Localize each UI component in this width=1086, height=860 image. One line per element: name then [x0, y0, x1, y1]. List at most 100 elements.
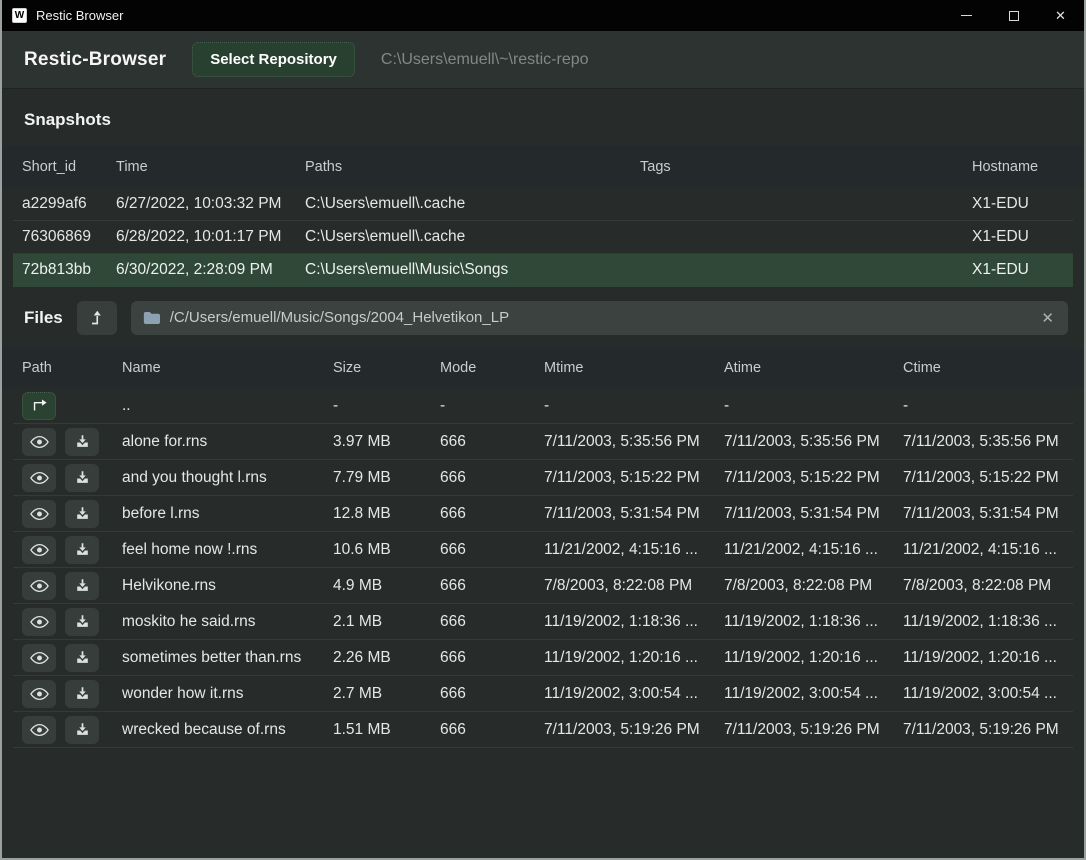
column-name: Name [122, 360, 333, 376]
app-header: Restic-Browser Select Repository C:\User… [2, 31, 1084, 89]
preview-file-button[interactable] [22, 428, 56, 456]
download-file-button[interactable] [65, 428, 99, 456]
file-name: wrecked because of.rns [122, 721, 333, 739]
file-ctime: 7/11/2003, 5:31:54 PM [903, 505, 1073, 523]
file-name: alone for.rns [122, 433, 333, 451]
file-mode: 666 [440, 541, 544, 559]
snapshots-heading: Snapshots [24, 110, 111, 129]
clear-icon: ✕ [1041, 310, 1054, 327]
preview-file-button[interactable] [22, 464, 56, 492]
snapshot-time: 6/27/2022, 10:03:32 PM [116, 195, 305, 213]
files-path-input[interactable]: /C/Users/emuell/Music/Songs/2004_Helveti… [131, 301, 1068, 335]
file-mode: 666 [440, 577, 544, 595]
maximize-icon [1009, 11, 1019, 21]
column-hostname: Hostname [972, 159, 1073, 175]
file-mtime: 7/11/2003, 5:31:54 PM [544, 505, 724, 523]
preview-file-button[interactable] [22, 536, 56, 564]
file-size: 7.79 MB [333, 469, 440, 487]
file-ctime: 11/19/2002, 3:00:54 ... [903, 685, 1073, 703]
file-mtime: 7/11/2003, 5:35:56 PM [544, 433, 724, 451]
download-icon [75, 686, 90, 701]
preview-file-button[interactable] [22, 608, 56, 636]
snapshot-row-selected[interactable]: 72b813bb 6/30/2022, 2:28:09 PM C:\Users\… [13, 254, 1073, 287]
preview-file-button[interactable] [22, 716, 56, 744]
file-atime: 11/19/2002, 1:20:16 ... [724, 649, 903, 667]
snapshot-row[interactable]: a2299af6 6/27/2022, 10:03:32 PM C:\Users… [13, 188, 1073, 221]
file-mode: - [440, 397, 544, 415]
file-mtime: 7/8/2003, 8:22:08 PM [544, 577, 724, 595]
file-row: alone for.rns 3.97 MB 666 7/11/2003, 5:3… [13, 424, 1073, 460]
file-row: and you thought l.rns 7.79 MB 666 7/11/2… [13, 460, 1073, 496]
column-mode: Mode [440, 360, 544, 376]
app-title: Restic-Browser [24, 49, 166, 71]
eye-icon [30, 543, 49, 557]
snapshot-hostname: X1-EDU [972, 195, 1073, 213]
files-table-header: Path Name Size Mode Mtime Atime Ctime [2, 348, 1084, 388]
file-name: feel home now !.rns [122, 541, 333, 559]
snapshot-paths: C:\Users\emuell\Music\Songs [305, 261, 640, 279]
file-row: moskito he said.rns 2.1 MB 666 11/19/200… [13, 604, 1073, 640]
files-bar: Files /C/Users/emuell/Music/Songs/2004_H… [2, 287, 1084, 348]
download-icon [75, 470, 90, 485]
column-ctime: Ctime [903, 360, 1073, 376]
file-name[interactable]: .. [122, 397, 333, 415]
level-up-icon [89, 309, 104, 326]
file-atime: 7/11/2003, 5:19:26 PM [724, 721, 903, 739]
file-mode: 666 [440, 685, 544, 703]
enter-parent-directory-button[interactable] [22, 392, 56, 420]
download-icon [75, 506, 90, 521]
eye-icon [30, 579, 49, 593]
file-row: wonder how it.rns 2.7 MB 666 11/19/2002,… [13, 676, 1073, 712]
download-file-button[interactable] [65, 644, 99, 672]
preview-file-button[interactable] [22, 644, 56, 672]
minimize-icon [961, 15, 972, 16]
snapshot-hostname: X1-EDU [972, 228, 1073, 246]
file-row: feel home now !.rns 10.6 MB 666 11/21/20… [13, 532, 1073, 568]
parent-directory-row: .. - - - - - [13, 388, 1073, 424]
column-short-id: Short_id [22, 159, 116, 175]
minimize-button[interactable] [943, 0, 990, 31]
close-icon: ✕ [1055, 8, 1066, 24]
download-icon [75, 542, 90, 557]
column-mtime: Mtime [544, 360, 724, 376]
file-row: sometimes better than.rns 2.26 MB 666 11… [13, 640, 1073, 676]
file-ctime: - [903, 397, 1073, 415]
snapshot-short-id: 72b813bb [22, 261, 116, 279]
download-file-button[interactable] [65, 608, 99, 636]
file-atime: 7/11/2003, 5:15:22 PM [724, 469, 903, 487]
column-atime: Atime [724, 360, 903, 376]
maximize-button[interactable] [990, 0, 1037, 31]
go-up-directory-button[interactable] [77, 301, 117, 335]
preview-file-button[interactable] [22, 572, 56, 600]
download-file-button[interactable] [65, 500, 99, 528]
file-row: Helvikone.rns 4.9 MB 666 7/8/2003, 8:22:… [13, 568, 1073, 604]
file-mode: 666 [440, 613, 544, 631]
close-button[interactable]: ✕ [1037, 0, 1084, 31]
eye-icon [30, 687, 49, 701]
file-ctime: 7/8/2003, 8:22:08 PM [903, 577, 1073, 595]
column-paths: Paths [305, 159, 640, 175]
snapshots-table-header: Short_id Time Paths Tags Hostname [2, 146, 1084, 188]
window-title: Restic Browser [36, 8, 123, 23]
snapshot-row[interactable]: 76306869 6/28/2022, 10:01:17 PM C:\Users… [13, 221, 1073, 254]
file-mode: 666 [440, 649, 544, 667]
download-file-button[interactable] [65, 716, 99, 744]
file-row: before l.rns 12.8 MB 666 7/11/2003, 5:31… [13, 496, 1073, 532]
file-row: wrecked because of.rns 1.51 MB 666 7/11/… [13, 712, 1073, 748]
preview-file-button[interactable] [22, 500, 56, 528]
file-name: sometimes better than.rns [122, 649, 333, 667]
file-atime: 7/11/2003, 5:35:56 PM [724, 433, 903, 451]
clear-path-button[interactable]: ✕ [1039, 309, 1056, 327]
download-file-button[interactable] [65, 680, 99, 708]
download-file-button[interactable] [65, 464, 99, 492]
files-path-value: /C/Users/emuell/Music/Songs/2004_Helveti… [170, 309, 1030, 326]
preview-file-button[interactable] [22, 680, 56, 708]
file-atime: 11/19/2002, 1:18:36 ... [724, 613, 903, 631]
select-repository-button[interactable]: Select Repository [192, 42, 355, 77]
download-file-button[interactable] [65, 572, 99, 600]
column-tags: Tags [640, 159, 972, 175]
file-size: 12.8 MB [333, 505, 440, 523]
snapshot-hostname: X1-EDU [972, 261, 1073, 279]
download-file-button[interactable] [65, 536, 99, 564]
download-icon [75, 434, 90, 449]
